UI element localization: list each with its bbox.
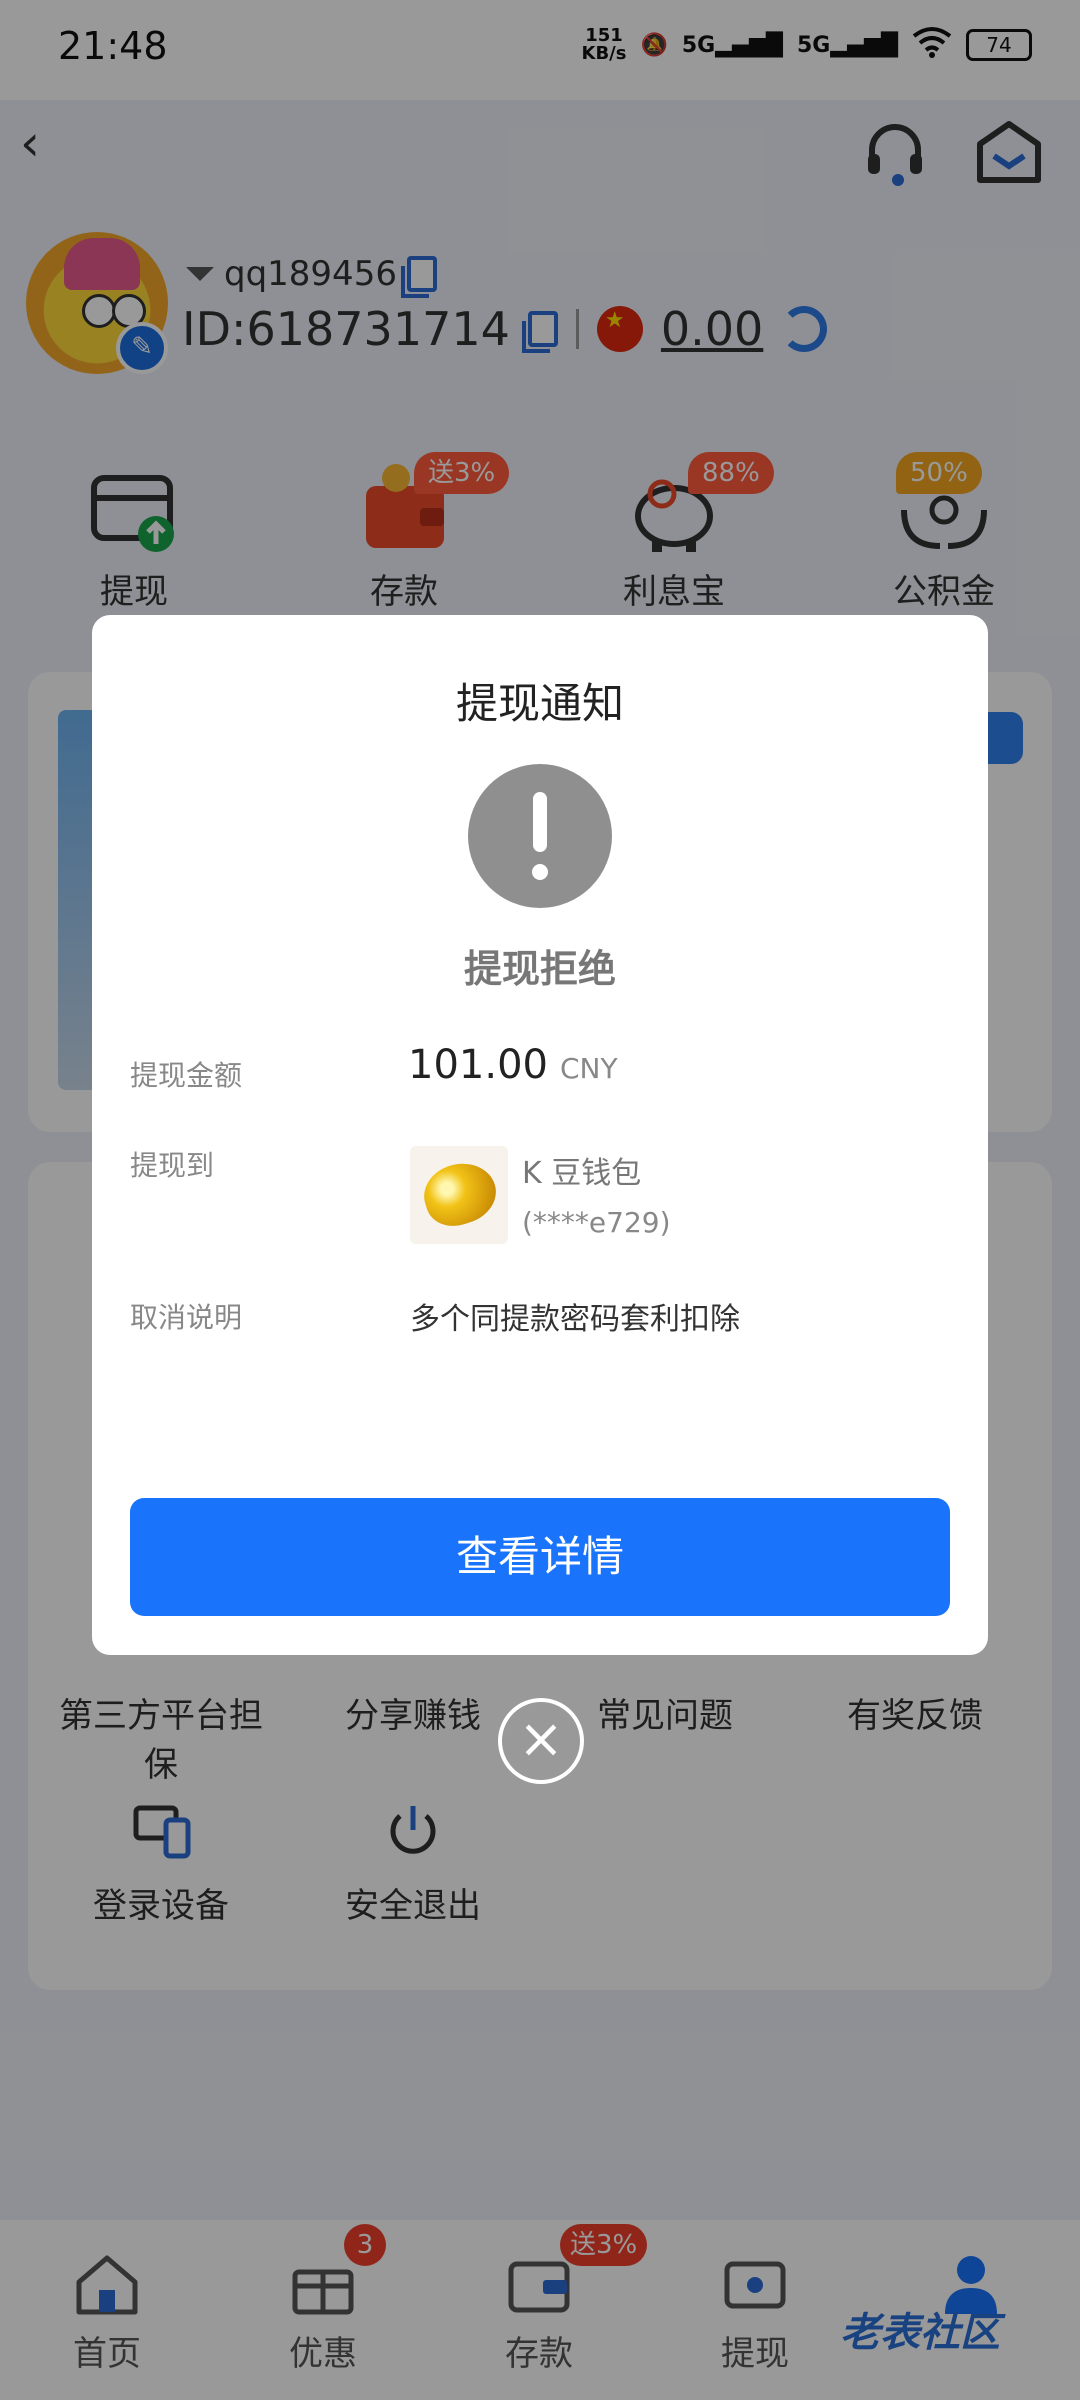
withdraw-status: 提现拒绝: [463, 947, 616, 991]
cancel-reason-label: 取消说明: [130, 1301, 243, 1334]
withdraw-amount-row: 101.00 CNY: [408, 1042, 618, 1088]
cancel-reason: 多个同提款密码套利扣除: [410, 1302, 740, 1337]
view-details-button[interactable]: 查看详情: [130, 1498, 950, 1616]
close-icon[interactable]: ×: [498, 1698, 584, 1784]
amount-label: 提现金额: [130, 1059, 243, 1092]
dialog-title: 提现通知: [455, 679, 624, 728]
golden-bean-wallet-icon: [410, 1146, 508, 1244]
destination-label: 提现到: [130, 1149, 215, 1182]
wallet-name: K 豆钱包: [522, 1156, 642, 1191]
exclamation-icon: [468, 764, 612, 908]
withdraw-amount: 101.00: [408, 1042, 548, 1088]
wallet-account: (****e729): [522, 1206, 671, 1239]
currency: CNY: [559, 1052, 618, 1085]
